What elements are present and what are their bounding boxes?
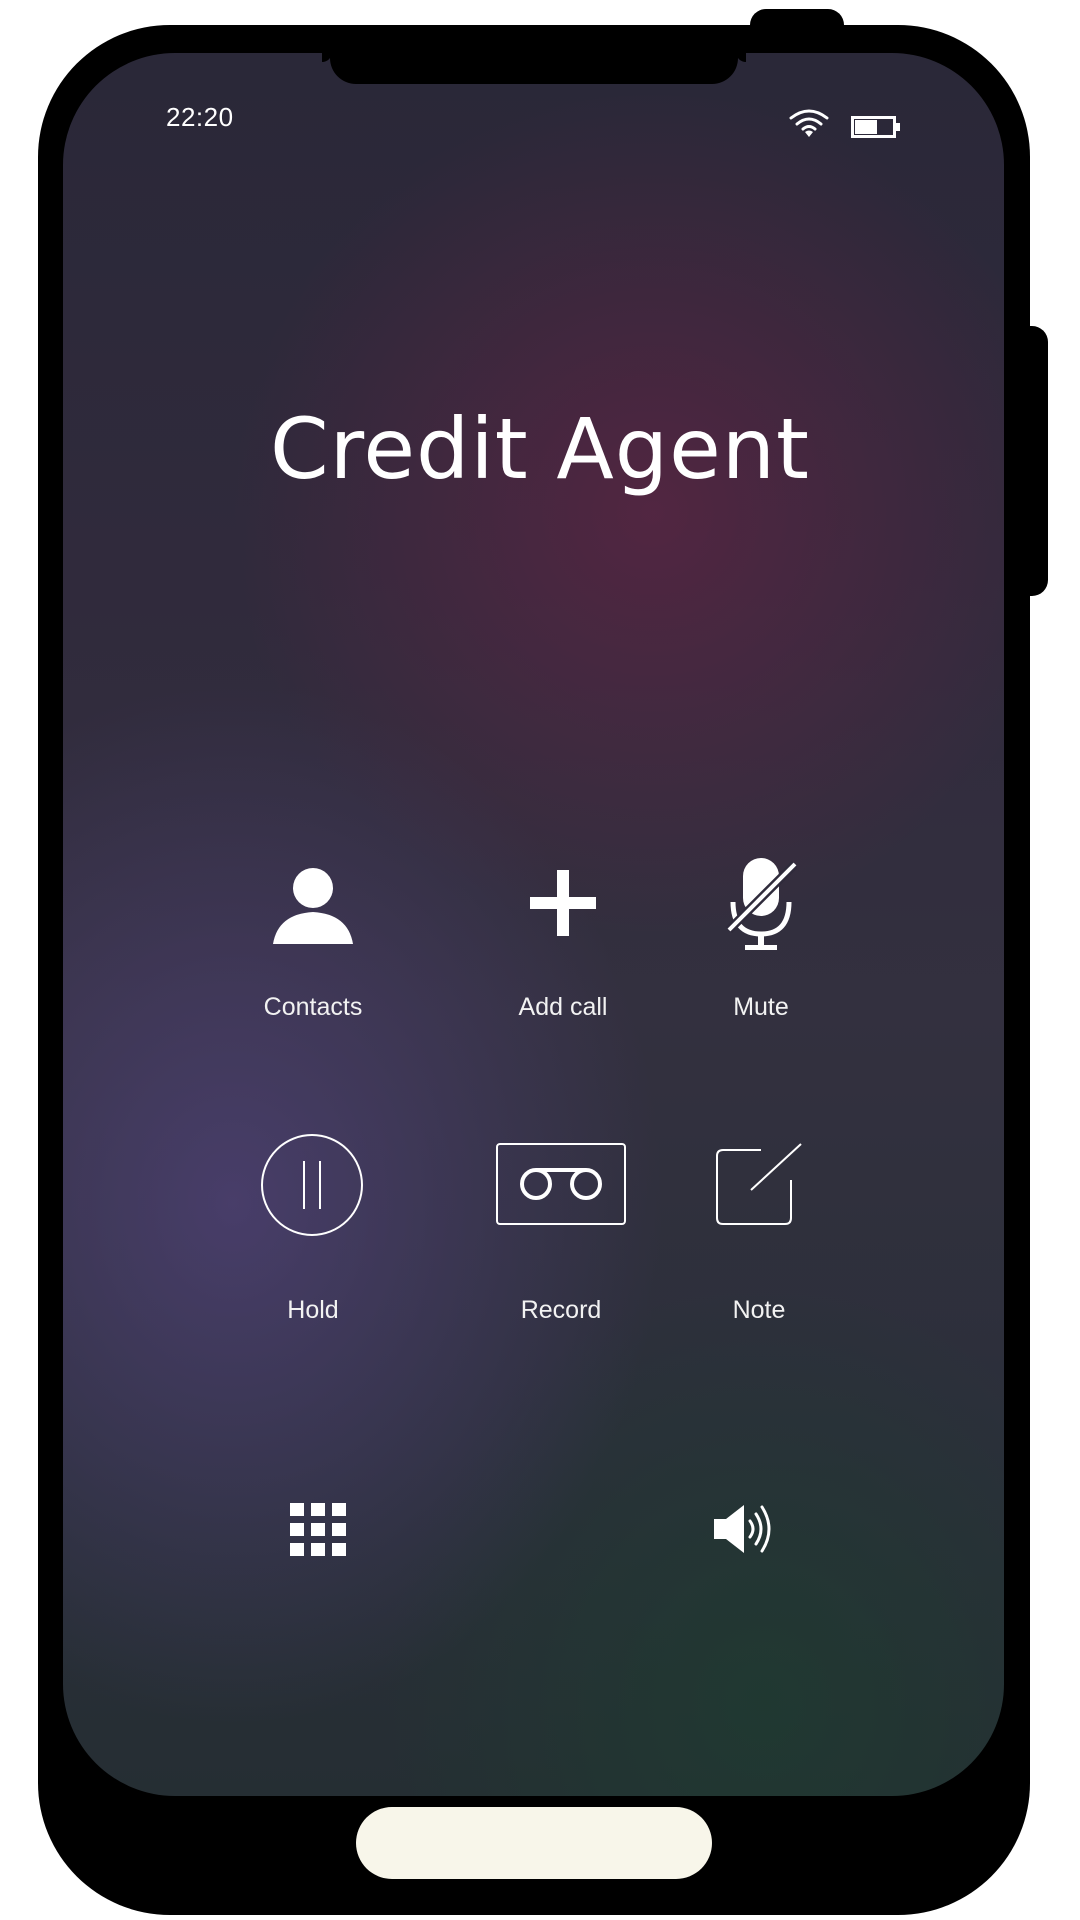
speaker-volume-icon: [714, 1505, 771, 1553]
add-call-label: Add call: [518, 993, 608, 1021]
home-indicator-button[interactable]: [356, 1807, 712, 1879]
note-label: Note: [732, 1296, 786, 1324]
notch: [330, 52, 738, 84]
voicemail-tape-icon: [496, 1143, 626, 1225]
plus-icon: [530, 870, 596, 936]
microphone-muted-icon: [725, 858, 799, 950]
mute-button[interactable]: [725, 856, 799, 952]
speaker-button[interactable]: [712, 1503, 776, 1555]
edit-note-icon: [716, 1143, 802, 1225]
wifi-icon: [789, 109, 829, 137]
record-button[interactable]: [496, 1143, 626, 1225]
contacts-label: Contacts: [263, 993, 363, 1021]
keypad-button[interactable]: [290, 1503, 348, 1557]
pause-icon: [261, 1134, 363, 1236]
device-mockup: 22:20 Credit Agent Contacts Add call Mut…: [0, 0, 1080, 1920]
mute-label: Mute: [733, 993, 789, 1021]
status-time: 22:20: [166, 102, 234, 132]
keypad-grid-icon: [290, 1503, 346, 1556]
contact-name: Credit Agent: [270, 400, 810, 498]
person-icon: [273, 868, 353, 944]
record-label: Record: [520, 1296, 602, 1324]
hold-label: Hold: [287, 1296, 339, 1324]
contacts-button[interactable]: [268, 860, 358, 950]
add-call-button[interactable]: [528, 868, 598, 938]
battery-icon: [851, 116, 900, 138]
hold-button[interactable]: [260, 1133, 364, 1237]
note-button[interactable]: [715, 1142, 803, 1226]
